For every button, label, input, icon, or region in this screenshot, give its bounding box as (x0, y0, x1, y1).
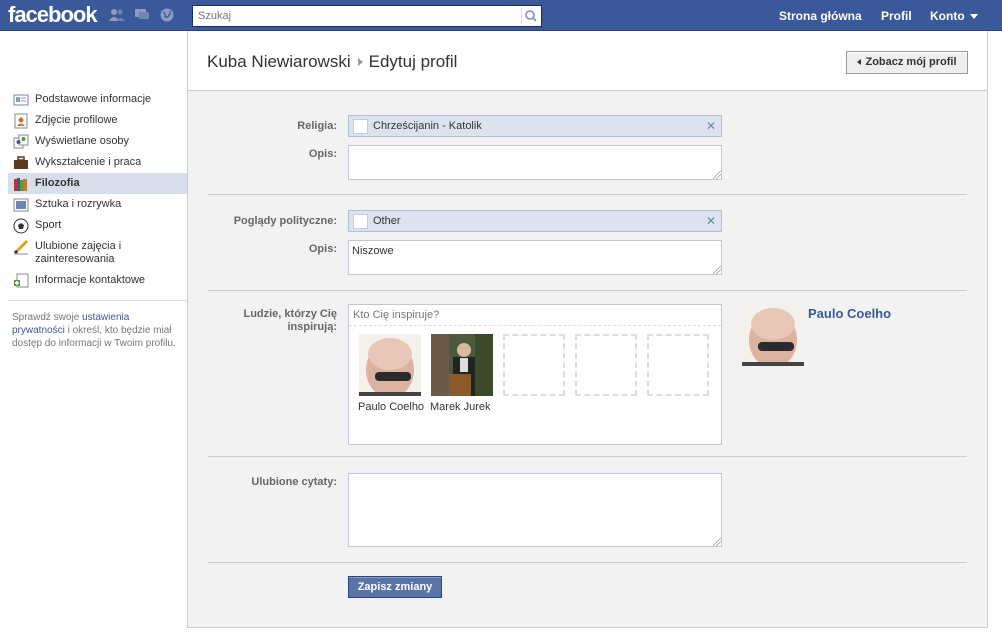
sidebar-item-profile-photo[interactable]: Zdjęcie profilowe (8, 110, 187, 131)
section-divider (208, 456, 967, 457)
person-photo-marek-jurek[interactable] (431, 334, 493, 396)
sidebar-item-basic-info[interactable]: Podstawowe informacje (8, 89, 187, 110)
person-caption: Paulo Coelho (358, 401, 425, 413)
friend-requests-icon[interactable] (109, 8, 125, 22)
sidebar-divider (8, 300, 187, 301)
sidebar-item-label: Ulubione zajęcia i zainteresowania (35, 240, 122, 265)
sidebar-item-label: Sport (35, 219, 62, 231)
religion-value: Chrześcijanin - Katolik (373, 120, 482, 132)
sidebar-item-featured-people[interactable]: Wyświetlane osoby (8, 131, 187, 152)
resize-grip-icon[interactable] (713, 266, 721, 274)
sidebar-item-interests[interactable]: Ulubione zajęcia i zainteresowania (8, 236, 187, 270)
page-icon (353, 119, 368, 134)
remove-political-view-close-icon[interactable]: ✕ (706, 214, 716, 228)
profile-photo-icon (13, 113, 29, 129)
featured-person-name-link[interactable]: Paulo Coelho (808, 306, 891, 321)
nav-account-menu[interactable]: Konto (930, 9, 978, 23)
inspiring-people-label: Ludzie, którzy Cię inspirują: (243, 308, 337, 333)
political-views-value: Other (373, 215, 401, 227)
person-caption: Marek Jurek (430, 401, 491, 413)
sidebar-item-label: Informacje kontaktowe (35, 274, 146, 286)
political-description-label: Opis: (308, 243, 337, 255)
section-divider (208, 562, 967, 563)
political-views-token-field[interactable]: Other ✕ (348, 210, 722, 232)
sidebar-item-label: Filozofia (35, 177, 80, 189)
inspiring-people-input[interactable]: Kto Cię inspiruje? (349, 305, 721, 326)
profile-edit-sidebar: Podstawowe informacje Zdjęcie profilowe … (8, 89, 187, 291)
inspiring-people-field: Kto Cię inspiruje? Paulo Coelho Marek Ju… (348, 304, 722, 445)
arrow-left-icon (857, 59, 862, 66)
view-my-profile-label: Zobacz mój profil (865, 56, 957, 68)
soccer-ball-icon (13, 218, 29, 234)
breadcrumb-user-name[interactable]: Kuba Niewiarowski (207, 52, 351, 71)
favorite-quotes-textarea[interactable] (348, 473, 722, 547)
nav-home-link[interactable]: Strona główna (779, 9, 862, 23)
top-bar: facebook Strona główna Profil Konto (0, 0, 1002, 31)
sidebar-item-philosophy[interactable]: Filozofia (8, 173, 187, 194)
sidebar-item-arts-entertainment[interactable]: Sztuka i rozrywka (8, 194, 187, 215)
film-icon (13, 197, 29, 213)
sidebar-item-label: Sztuka i rozrywka (35, 198, 122, 210)
sidebar-item-label: Zdjęcie profilowe (35, 114, 118, 126)
page-icon (353, 214, 368, 229)
section-divider (208, 194, 967, 195)
political-description-textarea[interactable]: Niszowe (348, 240, 722, 275)
chevron-down-icon (969, 14, 978, 20)
sidebar-item-label: Wykształcenie i praca (35, 156, 142, 168)
page-title: Edytuj profil (368, 52, 458, 71)
privacy-note: Sprawdź swoje ustawienia prywatności i o… (12, 311, 182, 350)
remove-religion-close-icon[interactable]: ✕ (706, 119, 716, 133)
people-icon (13, 134, 29, 150)
save-changes-button[interactable]: Zapisz zmiany (348, 576, 442, 598)
favorite-quotes-label: Ulubione cytaty: (251, 476, 337, 488)
religion-description-label: Opis: (308, 148, 337, 160)
search-field[interactable] (192, 5, 542, 27)
books-icon (13, 176, 29, 192)
view-my-profile-button[interactable]: Zobacz mój profil (846, 51, 968, 74)
messages-icon[interactable] (134, 8, 150, 22)
id-card-icon (13, 92, 29, 108)
person-photo-paulo-coelho[interactable] (359, 334, 421, 398)
search-icon[interactable] (521, 8, 539, 24)
resize-grip-icon[interactable] (713, 171, 721, 179)
breadcrumb-arrow-icon (357, 57, 363, 66)
facebook-logo[interactable]: facebook (8, 2, 98, 28)
sidebar-item-label: Wyświetlane osoby (35, 135, 130, 147)
political-views-label: Poglądy polityczne: (233, 215, 337, 227)
contact-icon (13, 273, 29, 289)
search-input[interactable] (193, 6, 518, 26)
sidebar-item-sport[interactable]: Sport (8, 215, 187, 236)
religion-description-textarea[interactable] (348, 145, 722, 180)
resize-grip-icon[interactable] (713, 538, 721, 546)
nav-account-label: Konto (930, 9, 965, 23)
privacy-note-before: Sprawdź swoje (12, 312, 83, 323)
sidebar-item-label: Podstawowe informacje (35, 93, 152, 105)
breadcrumb: Kuba Niewiarowski Edytuj profil (207, 52, 457, 72)
sidebar-item-contact-info[interactable]: Informacje kontaktowe (8, 270, 187, 291)
religion-label: Religia: (297, 120, 337, 132)
empty-photo-slot[interactable] (647, 334, 709, 396)
main-panel: Kuba Niewiarowski Edytuj profil Zobacz mó… (187, 31, 988, 628)
religion-token-field[interactable]: Chrześcijanin - Katolik ✕ (348, 115, 722, 137)
featured-person-photo[interactable] (742, 304, 804, 368)
page-header: Kuba Niewiarowski Edytuj profil Zobacz mó… (188, 31, 987, 91)
section-divider (208, 290, 967, 291)
pencil-icon (13, 239, 29, 255)
nav-profile-link[interactable]: Profil (881, 9, 912, 23)
empty-photo-slot[interactable] (503, 334, 565, 396)
sidebar-item-education-work[interactable]: Wykształcenie i praca (8, 152, 187, 173)
notifications-globe-icon[interactable] (159, 8, 175, 22)
briefcase-icon (13, 155, 29, 171)
empty-photo-slot[interactable] (575, 334, 637, 396)
